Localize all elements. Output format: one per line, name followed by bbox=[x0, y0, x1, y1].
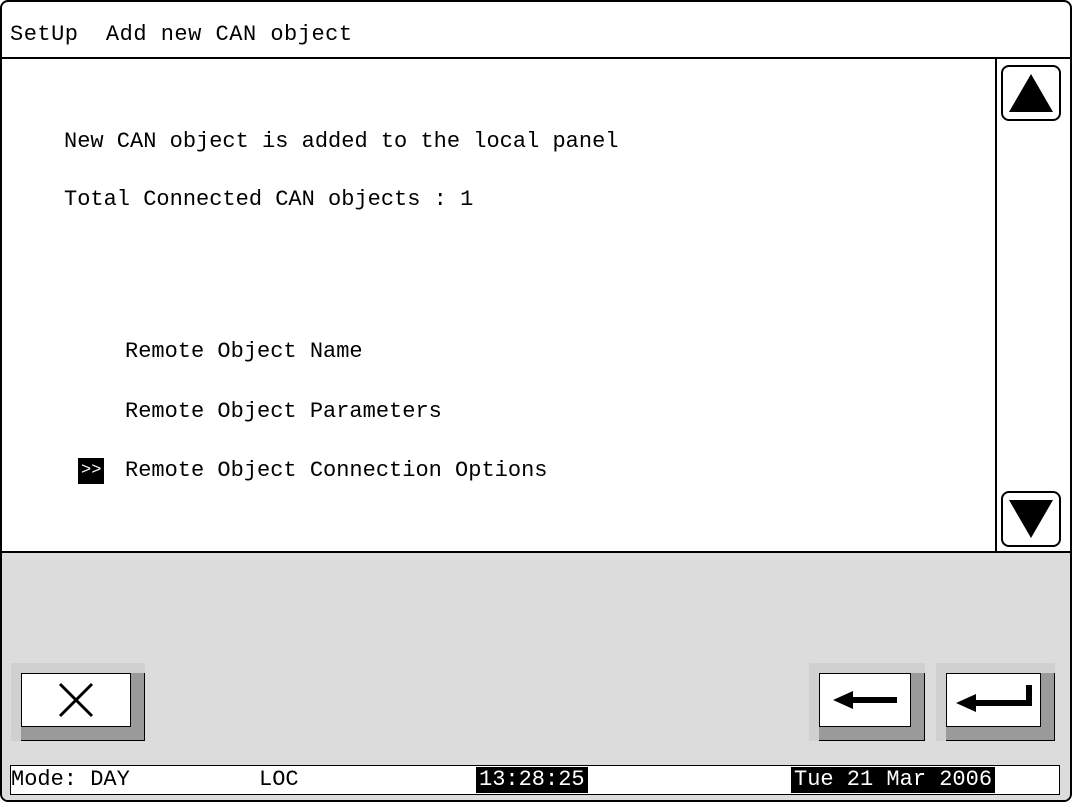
status-bar: Mode: DAY LOC 13:28:25 Tue 21 Mar 2006 bbox=[10, 765, 1060, 795]
triangle-down-icon bbox=[1009, 500, 1053, 538]
title-text: Add new CAN object bbox=[105, 22, 353, 47]
scroll-down-button[interactable] bbox=[1001, 491, 1061, 547]
menu-item-remote-object-name[interactable]: Remote Object Name bbox=[125, 339, 363, 364]
title-section: SetUp bbox=[10, 22, 79, 47]
arrow-left-icon bbox=[833, 691, 897, 709]
cancel-button[interactable] bbox=[11, 663, 145, 741]
back-button[interactable] bbox=[809, 663, 925, 741]
status-time: 13:28:25 bbox=[476, 767, 588, 793]
main-window: SetUp Add new CAN object New CAN object … bbox=[0, 0, 1072, 802]
status-date: Tue 21 Mar 2006 bbox=[791, 767, 996, 793]
close-icon bbox=[58, 682, 94, 718]
menu-item-remote-object-connection-options[interactable]: Remote Object Connection Options bbox=[125, 458, 547, 483]
enter-button[interactable] bbox=[936, 663, 1055, 741]
scroll-up-button[interactable] bbox=[1001, 65, 1061, 121]
menu-item-remote-object-parameters[interactable]: Remote Object Parameters bbox=[125, 399, 442, 424]
selection-marker: >> bbox=[78, 458, 105, 484]
status-mode: Mode: DAY bbox=[11, 767, 130, 792]
enter-icon bbox=[955, 685, 1032, 712]
triangle-up-icon bbox=[1009, 74, 1053, 112]
content-area: New CAN object is added to the local pan… bbox=[2, 59, 997, 553]
page-title: SetUp Add new CAN object bbox=[10, 22, 353, 47]
status-message: New CAN object is added to the local pan… bbox=[64, 129, 619, 154]
title-bar: SetUp Add new CAN object bbox=[2, 2, 1070, 59]
status-location: LOC bbox=[259, 767, 299, 792]
total-connected-label: Total Connected CAN objects : 1 bbox=[64, 187, 474, 212]
scrollbar bbox=[997, 59, 1070, 553]
